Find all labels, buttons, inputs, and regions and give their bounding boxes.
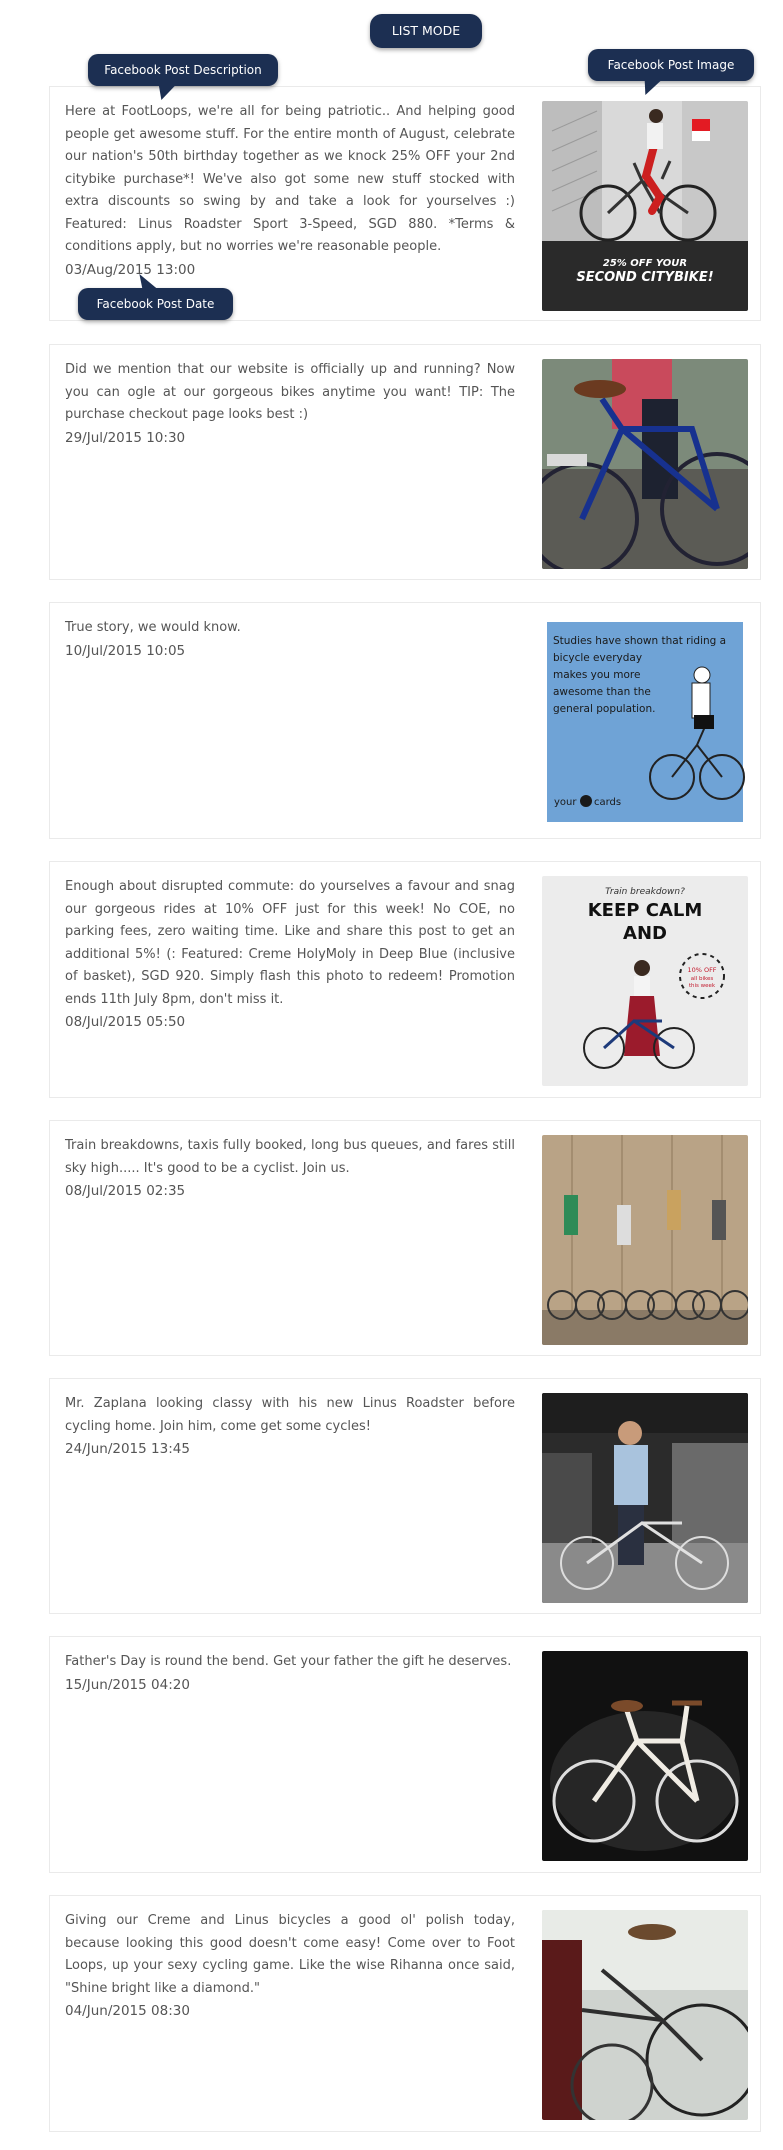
- jumping-cyclists-image[interactable]: [542, 1135, 748, 1345]
- image-text: Train breakdown?: [605, 887, 685, 897]
- post-date: 08/Jul/2015 02:35: [65, 1183, 186, 1199]
- promo-text: SECOND CITYBIKE!: [576, 270, 713, 285]
- bike-promo-image[interactable]: 25% OFF YOUR SECOND CITYBIKE!: [542, 101, 748, 311]
- white-bike-image[interactable]: [542, 1651, 748, 1861]
- post-text: Mr. Zaplana looking classy with his new …: [65, 1396, 515, 1434]
- post-text: Here at FootLoops, we're all for being p…: [65, 104, 515, 254]
- bike-closeup-image[interactable]: [542, 1910, 748, 2120]
- post-description: Enough about disrupted commute: do yours…: [65, 876, 515, 1034]
- post-date: 15/Jun/2015 04:20: [65, 1676, 190, 1693]
- post-date: 08/Jul/2015 05:50: [65, 1014, 186, 1030]
- image-callout: Facebook Post Image: [588, 49, 754, 95]
- promo-text: 25% OFF YOUR: [603, 258, 687, 269]
- post-text: True story, we would know.: [65, 620, 241, 635]
- post-card: Mr. Zaplana looking classy with his new …: [49, 1378, 761, 1614]
- post-description: Did we mention that our website is offic…: [65, 359, 515, 449]
- post-date: 03/Aug/2015 13:00: [65, 261, 196, 278]
- card-text: awesome than the: [553, 686, 651, 698]
- post-date: 10/Jul/2015 10:05: [65, 642, 186, 659]
- post-card: Father's Day is round the bend. Get your…: [49, 1636, 761, 1873]
- shop-customer-image[interactable]: [542, 1393, 748, 1603]
- card-brand: your: [554, 797, 577, 808]
- callout-label: Facebook Post Description: [104, 63, 262, 77]
- post-date: 04/Jun/2015 08:30: [65, 2003, 190, 2019]
- post-text: Did we mention that our website is offic…: [65, 362, 515, 422]
- callout-label: Facebook Post Image: [607, 58, 735, 72]
- post-card: Train breakdowns, taxis fully booked, lo…: [49, 1120, 761, 1356]
- card-text: general population.: [553, 703, 655, 715]
- image-text: AND: [623, 923, 667, 944]
- post-card: Enough about disrupted commute: do yours…: [49, 861, 761, 1098]
- post-text: Enough about disrupted commute: do yours…: [65, 879, 515, 1007]
- image-text: 10% OFF: [687, 966, 716, 974]
- post-description: Giving our Creme and Linus bicycles a go…: [65, 1910, 515, 2023]
- image-text: this week: [689, 983, 716, 989]
- date-callout: Facebook Post Date: [78, 274, 233, 320]
- post-card: Did we mention that our website is offic…: [49, 344, 761, 580]
- post-text: Giving our Creme and Linus bicycles a go…: [65, 1913, 515, 1996]
- card-text: bicycle everyday: [553, 652, 642, 664]
- post-text: Train breakdowns, taxis fully booked, lo…: [65, 1138, 515, 1176]
- post-card: True story, we would know. 10/Jul/2015 1…: [49, 602, 761, 839]
- post-description: True story, we would know. 10/Jul/2015 1…: [65, 617, 515, 662]
- image-text: all bikes: [691, 976, 714, 982]
- image-text: KEEP CALM: [588, 900, 703, 921]
- card-text: Studies have shown that riding a: [553, 635, 726, 647]
- post-date: 24/Jun/2015 13:45: [65, 1441, 190, 1457]
- list-mode-button[interactable]: LIST MODE: [370, 14, 482, 48]
- cyclist-card-image[interactable]: Studies have shown that riding a bicycle…: [542, 617, 748, 827]
- post-description: Here at FootLoops, we're all for being p…: [65, 101, 515, 281]
- card-text: makes you more: [553, 669, 640, 681]
- card-brand: cards: [594, 797, 621, 808]
- post-card: Giving our Creme and Linus bicycles a go…: [49, 1895, 761, 2132]
- post-description: Mr. Zaplana looking classy with his new …: [65, 1393, 515, 1461]
- callout-label: Facebook Post Date: [96, 297, 215, 311]
- description-callout: Facebook Post Description: [88, 54, 278, 100]
- post-description: Father's Day is round the bend. Get your…: [65, 1651, 515, 1696]
- blue-bike-image[interactable]: [542, 359, 748, 569]
- post-description: Train breakdowns, taxis fully booked, lo…: [65, 1135, 515, 1203]
- keep-calm-image[interactable]: Train breakdown? KEEP CALM AND 10% OFF a…: [542, 876, 748, 1086]
- post-date: 29/Jul/2015 10:30: [65, 429, 186, 446]
- post-text: Father's Day is round the bend. Get your…: [65, 1654, 512, 1669]
